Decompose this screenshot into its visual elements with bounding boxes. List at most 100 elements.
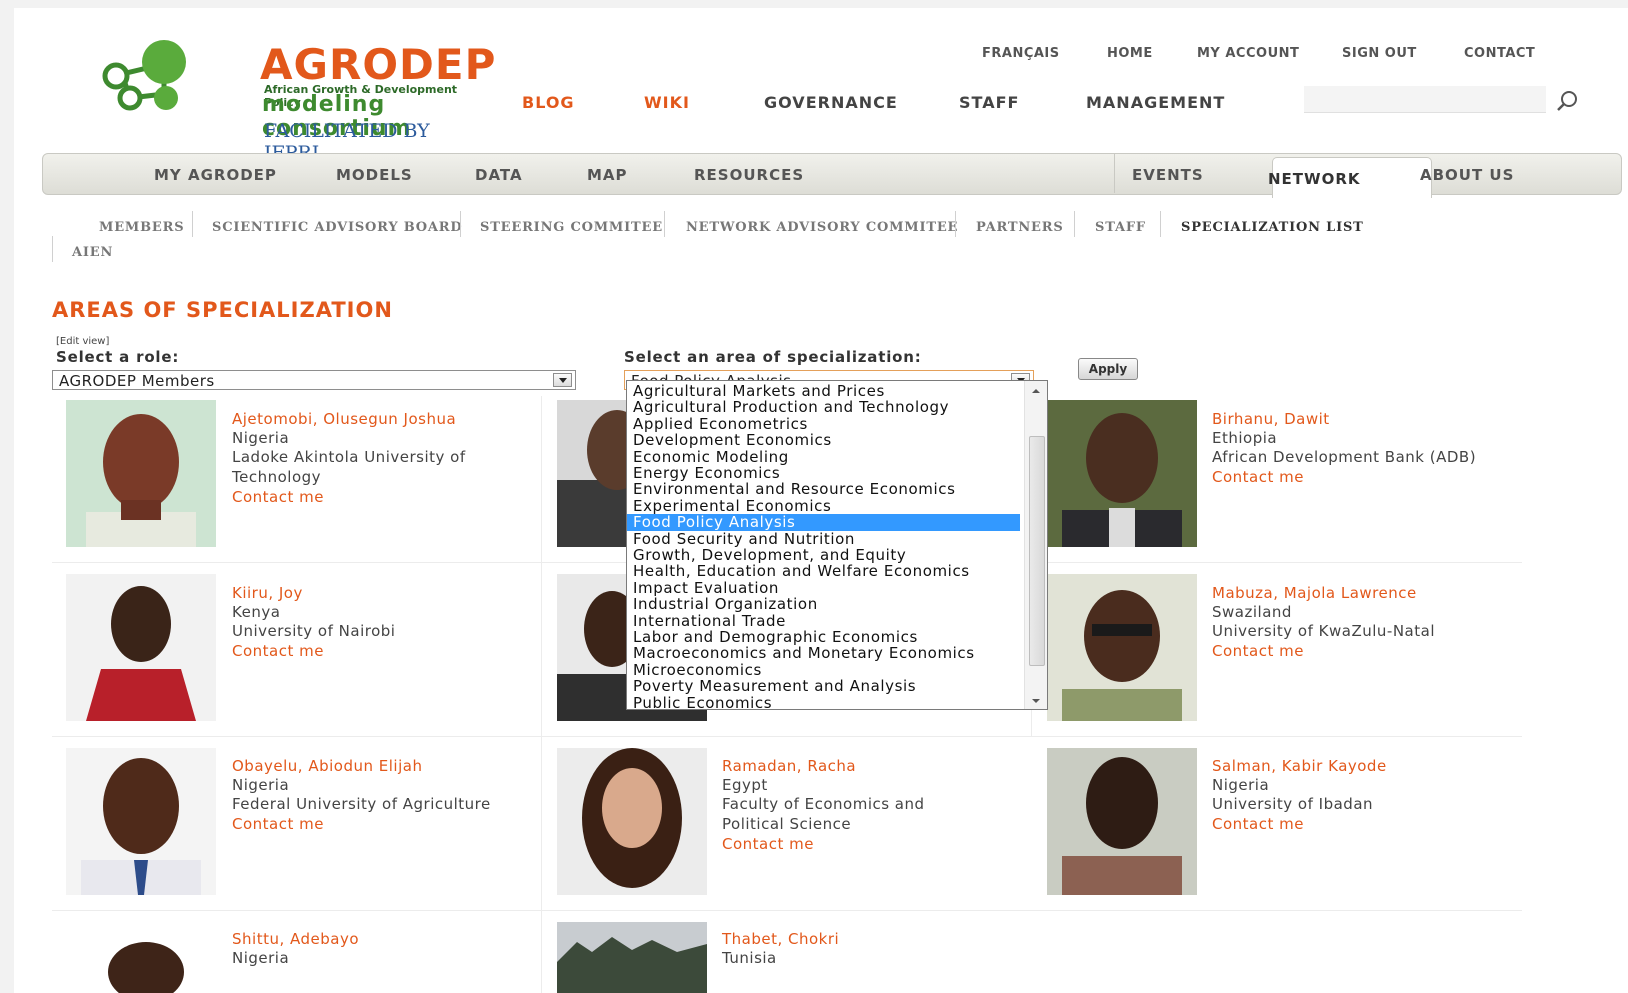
util-link-my-account[interactable]: MY ACCOUNT	[1197, 46, 1299, 61]
member-institution: Ladoke Akintola University of	[232, 448, 466, 466]
subnav-scientific-advisory-board[interactable]: SCIENTIFIC ADVISORY BOARD	[212, 220, 462, 235]
dropdown-option[interactable]: Impact Evaluation	[627, 580, 1020, 596]
contact-me-link[interactable]: Contact me	[232, 642, 324, 660]
member-name-link[interactable]: Birhanu, Dawit	[1212, 410, 1330, 428]
subnav-divider	[1160, 211, 1161, 237]
tab-about-us[interactable]: ABOUT US	[1420, 166, 1514, 184]
scroll-up-icon[interactable]	[1030, 387, 1042, 395]
search-input[interactable]	[1304, 86, 1546, 113]
member-country: Tunisia	[722, 949, 777, 967]
dropdown-option[interactable]: Experimental Economics	[627, 498, 1020, 514]
tab-network[interactable]: NETWORK	[1268, 170, 1361, 188]
logo-wordmark: AGRODEP	[260, 40, 497, 89]
member-institution-cont: Political Science	[722, 815, 852, 833]
member-name-link[interactable]: Obayelu, Abiodun Elijah	[232, 757, 422, 775]
subnav-staff[interactable]: STAFF	[1095, 220, 1146, 235]
scroll-down-icon[interactable]	[1030, 697, 1042, 705]
nav-governance[interactable]: GOVERNANCE	[764, 93, 898, 112]
dropdown-option[interactable]: Environmental and Resource Economics	[627, 481, 1020, 497]
subnav-members[interactable]: MEMBERS	[99, 220, 184, 235]
chevron-down-icon[interactable]	[553, 373, 572, 387]
contact-me-link[interactable]: Contact me	[722, 835, 814, 853]
dropdown-option[interactable]: Development Economics	[627, 432, 1020, 448]
apply-button[interactable]: Apply	[1078, 358, 1138, 380]
subnav-specialization-list[interactable]: SPECIALIZATION LIST	[1181, 220, 1364, 235]
dropdown-option[interactable]: Public Economics	[627, 694, 1020, 709]
dropdown-option[interactable]: Labor and Demographic Economics	[627, 629, 1020, 645]
subnav-divider	[955, 211, 956, 237]
dropdown-option[interactable]: Growth, Development, and Equity	[627, 547, 1020, 563]
member-name-link[interactable]: Kiiru, Joy	[232, 584, 303, 602]
search-icon[interactable]	[1554, 88, 1580, 114]
dropdown-option[interactable]: Economic Modeling	[627, 448, 1020, 465]
nav-wiki[interactable]: WIKI	[644, 93, 690, 112]
contact-me-link[interactable]: Contact me	[1212, 468, 1304, 486]
subnav-divider	[664, 211, 665, 237]
member-institution: Federal University of Agriculture	[232, 795, 491, 813]
contact-me-link[interactable]: Contact me	[1212, 642, 1304, 660]
subnav-partners[interactable]: PARTNERS	[976, 220, 1064, 235]
tab-divider	[1114, 154, 1115, 193]
member-country: Kenya	[232, 603, 281, 621]
subnav-divider	[192, 211, 193, 237]
member-name-link[interactable]: Thabet, Chokri	[722, 930, 839, 948]
nav-staff[interactable]: STAFF	[959, 93, 1019, 112]
area-dropdown-list[interactable]: Agricultural Markets and Prices Agricult…	[626, 380, 1048, 710]
dropdown-scrollbar[interactable]	[1024, 381, 1047, 709]
subnav-steering-commitee[interactable]: STEERING COMMITEE	[480, 220, 663, 235]
contact-me-link[interactable]: Contact me	[232, 815, 324, 833]
tab-map[interactable]: MAP	[587, 166, 628, 184]
dropdown-option[interactable]: International Trade	[627, 612, 1020, 629]
member-name-link[interactable]: Salman, Kabir Kayode	[1212, 757, 1387, 775]
member-name-link[interactable]: Shittu, Adebayo	[232, 930, 359, 948]
member-name-link[interactable]: Ramadan, Racha	[722, 757, 856, 775]
tab-data[interactable]: DATA	[475, 166, 523, 184]
scrollbar-thumb[interactable]	[1029, 436, 1045, 666]
dropdown-option[interactable]: Industrial Organization	[627, 596, 1020, 612]
dropdown-option[interactable]: Health, Education and Welfare Economics	[627, 563, 1020, 579]
tab-events[interactable]: EVENTS	[1132, 166, 1204, 184]
member-country: Nigeria	[232, 949, 290, 967]
member-photo	[66, 748, 216, 895]
dropdown-option[interactable]: Agricultural Markets and Prices	[627, 383, 1020, 399]
contact-me-link[interactable]: Contact me	[1212, 815, 1304, 833]
member-institution: University of Nairobi	[232, 622, 396, 640]
member-name-link[interactable]: Mabuza, Majola Lawrence	[1212, 584, 1417, 602]
member-photo	[1047, 400, 1197, 547]
tab-models[interactable]: MODELS	[336, 166, 413, 184]
member-institution: University of KwaZulu-Natal	[1212, 622, 1435, 640]
role-label: Select a role:	[56, 348, 180, 366]
subnav-network-advisory-commitee[interactable]: NETWORK ADVISORY COMMITEE	[686, 220, 958, 235]
dropdown-option[interactable]: Macroeconomics and Monetary Economics	[627, 645, 1020, 661]
member-photo	[66, 574, 216, 721]
util-link-sign-out[interactable]: SIGN OUT	[1342, 46, 1417, 61]
member-photo	[1047, 748, 1197, 895]
member-country: Ethiopia	[1212, 429, 1278, 447]
subnav-aien[interactable]: AIEN	[72, 245, 113, 260]
nav-blog[interactable]: BLOG	[522, 93, 575, 112]
dropdown-option[interactable]: Agricultural Production and Technology	[627, 399, 1020, 415]
member-photo	[66, 922, 216, 993]
util-link-contact[interactable]: CONTACT	[1464, 46, 1535, 61]
dropdown-option[interactable]: Poverty Measurement and Analysis	[627, 678, 1020, 694]
dropdown-option[interactable]: Applied Econometrics	[627, 416, 1020, 432]
tab-resources[interactable]: RESOURCES	[694, 166, 804, 184]
contact-me-link[interactable]: Contact me	[232, 488, 324, 506]
util-link-francais[interactable]: FRANÇAIS	[982, 46, 1060, 61]
agrodep-logo[interactable]: AGRODEP African Growth & Development Pol…	[92, 38, 495, 164]
role-select[interactable]: AGRODEP Members	[52, 370, 576, 390]
nav-management[interactable]: MANAGEMENT	[1086, 93, 1225, 112]
member-country: Nigeria	[232, 429, 290, 447]
edit-view-link[interactable]: [Edit view]	[56, 336, 109, 347]
member-country: Egypt	[722, 776, 768, 794]
util-link-home[interactable]: HOME	[1107, 46, 1153, 61]
dropdown-option-selected[interactable]: Food Policy Analysis	[627, 514, 1020, 531]
grid-divider	[52, 910, 1522, 911]
logo-molecule-icon	[102, 40, 186, 111]
dropdown-option[interactable]: Energy Economics	[627, 465, 1020, 481]
dropdown-option[interactable]: Food Security and Nutrition	[627, 530, 1020, 547]
tab-my-agrodep[interactable]: MY AGRODEP	[154, 166, 277, 184]
role-select-value: AGRODEP Members	[59, 372, 215, 390]
member-name-link[interactable]: Ajetomobi, Olusegun Joshua	[232, 410, 456, 428]
dropdown-option[interactable]: Microeconomics	[627, 662, 1020, 678]
